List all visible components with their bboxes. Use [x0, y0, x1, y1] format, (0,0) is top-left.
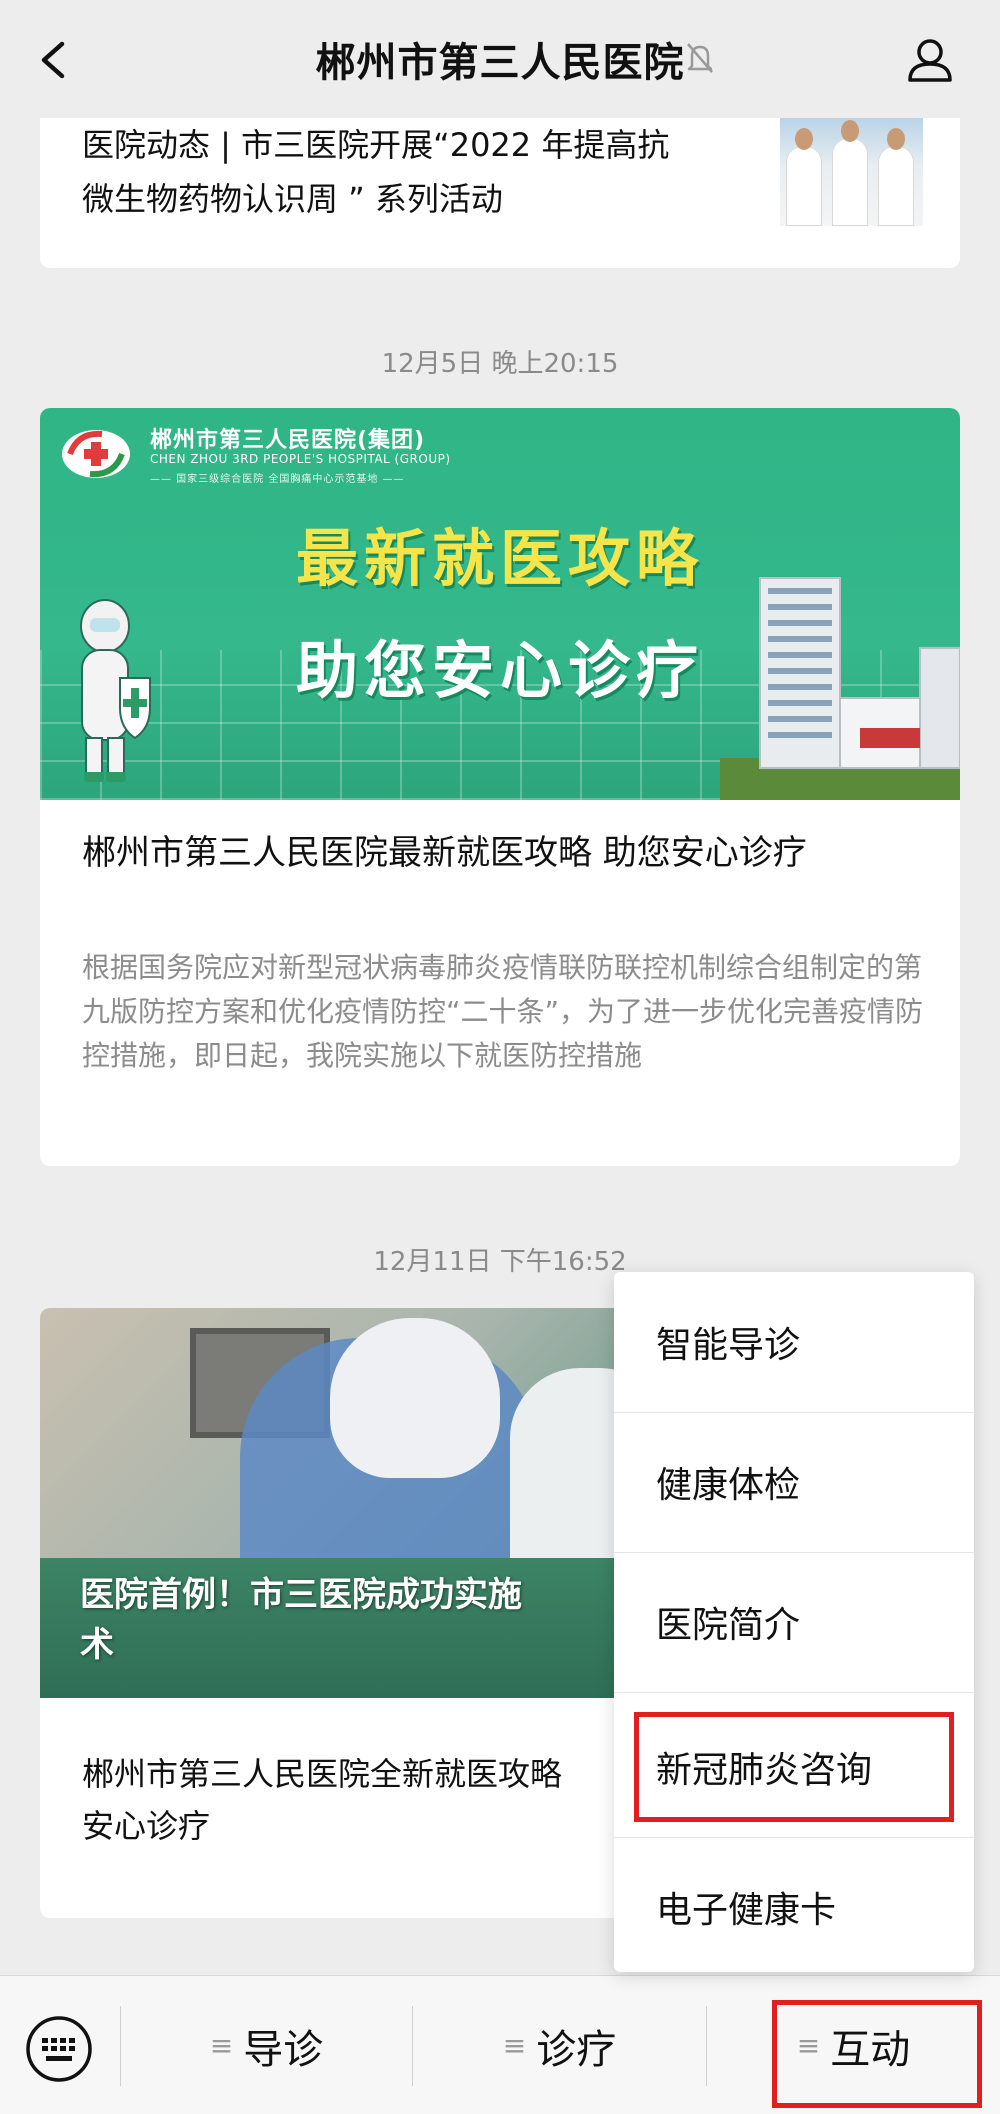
menu-item-smart-guide[interactable]: 智能导诊	[614, 1272, 974, 1412]
article-title: 医院动态 | 市三医院开展“2022 年提高抗 微生物药物认识周 ” 系列活动	[82, 126, 670, 218]
keyboard-toggle-button[interactable]	[24, 2014, 94, 2084]
medical-worker-illustration	[80, 599, 151, 782]
menu-item-hospital-intro[interactable]: 医院简介	[614, 1552, 974, 1692]
hospital-logo-english: CHEN ZHOU 3RD PEOPLE'S HOSPITAL (GROUP)	[150, 452, 451, 466]
article-description: 根据国务院应对新型冠状病毒肺炎疫情联防联控机制综合组制定的第九版防控方案和优化疫…	[82, 951, 924, 1072]
profile-button[interactable]	[900, 30, 960, 90]
article-banner-image: 郴州市第三人民医院(集团) CHEN ZHOU 3RD PEOPLE'S HOS…	[40, 408, 960, 800]
hospital-logo-icon	[62, 430, 130, 478]
menu-icon: ≡	[502, 2029, 527, 2062]
tab-guide[interactable]: ≡ 导诊	[121, 1976, 412, 2114]
highlight-box	[634, 1712, 954, 1822]
message-timestamp: 12月5日 晚上20:15	[381, 349, 619, 379]
user-icon	[908, 39, 952, 82]
page-title: 郴州市第三人民医院	[315, 40, 685, 86]
bell-off-icon	[680, 38, 720, 78]
top-nav-bar: 郴州市第三人民医院	[0, 0, 1000, 118]
article-title: 郴州市第三人民医院最新就医攻略 助您安心诊疗	[82, 833, 807, 873]
hospital-logo-text: 郴州市第三人民医院(集团)	[150, 428, 426, 453]
hospital-logo-subtitle: —— 国家三级综合医院 全国胸痛中心示范基地 ——	[150, 474, 405, 485]
highlight-box	[772, 2000, 982, 2108]
menu-item-health-card[interactable]: 电子健康卡	[614, 1837, 974, 1977]
article-thumbnail	[780, 118, 923, 226]
menu-icon: ≡	[209, 2029, 234, 2062]
article-card[interactable]: 医院动态 | 市三医院开展“2022 年提高抗 微生物药物认识周 ” 系列活动	[40, 118, 960, 268]
interaction-popup-menu: 智能导诊 健康体检 医院简介 新冠肺炎咨询 电子健康卡	[614, 1272, 974, 1972]
article-card[interactable]: 郴州市第三人民医院(集团) CHEN ZHOU 3RD PEOPLE'S HOS…	[40, 408, 960, 1166]
hospital-building-illustration	[720, 577, 960, 800]
menu-item-health-checkup[interactable]: 健康体检	[614, 1412, 974, 1552]
keyboard-icon	[26, 2016, 92, 2082]
tab-treatment[interactable]: ≡ 诊疗	[413, 1976, 706, 2114]
